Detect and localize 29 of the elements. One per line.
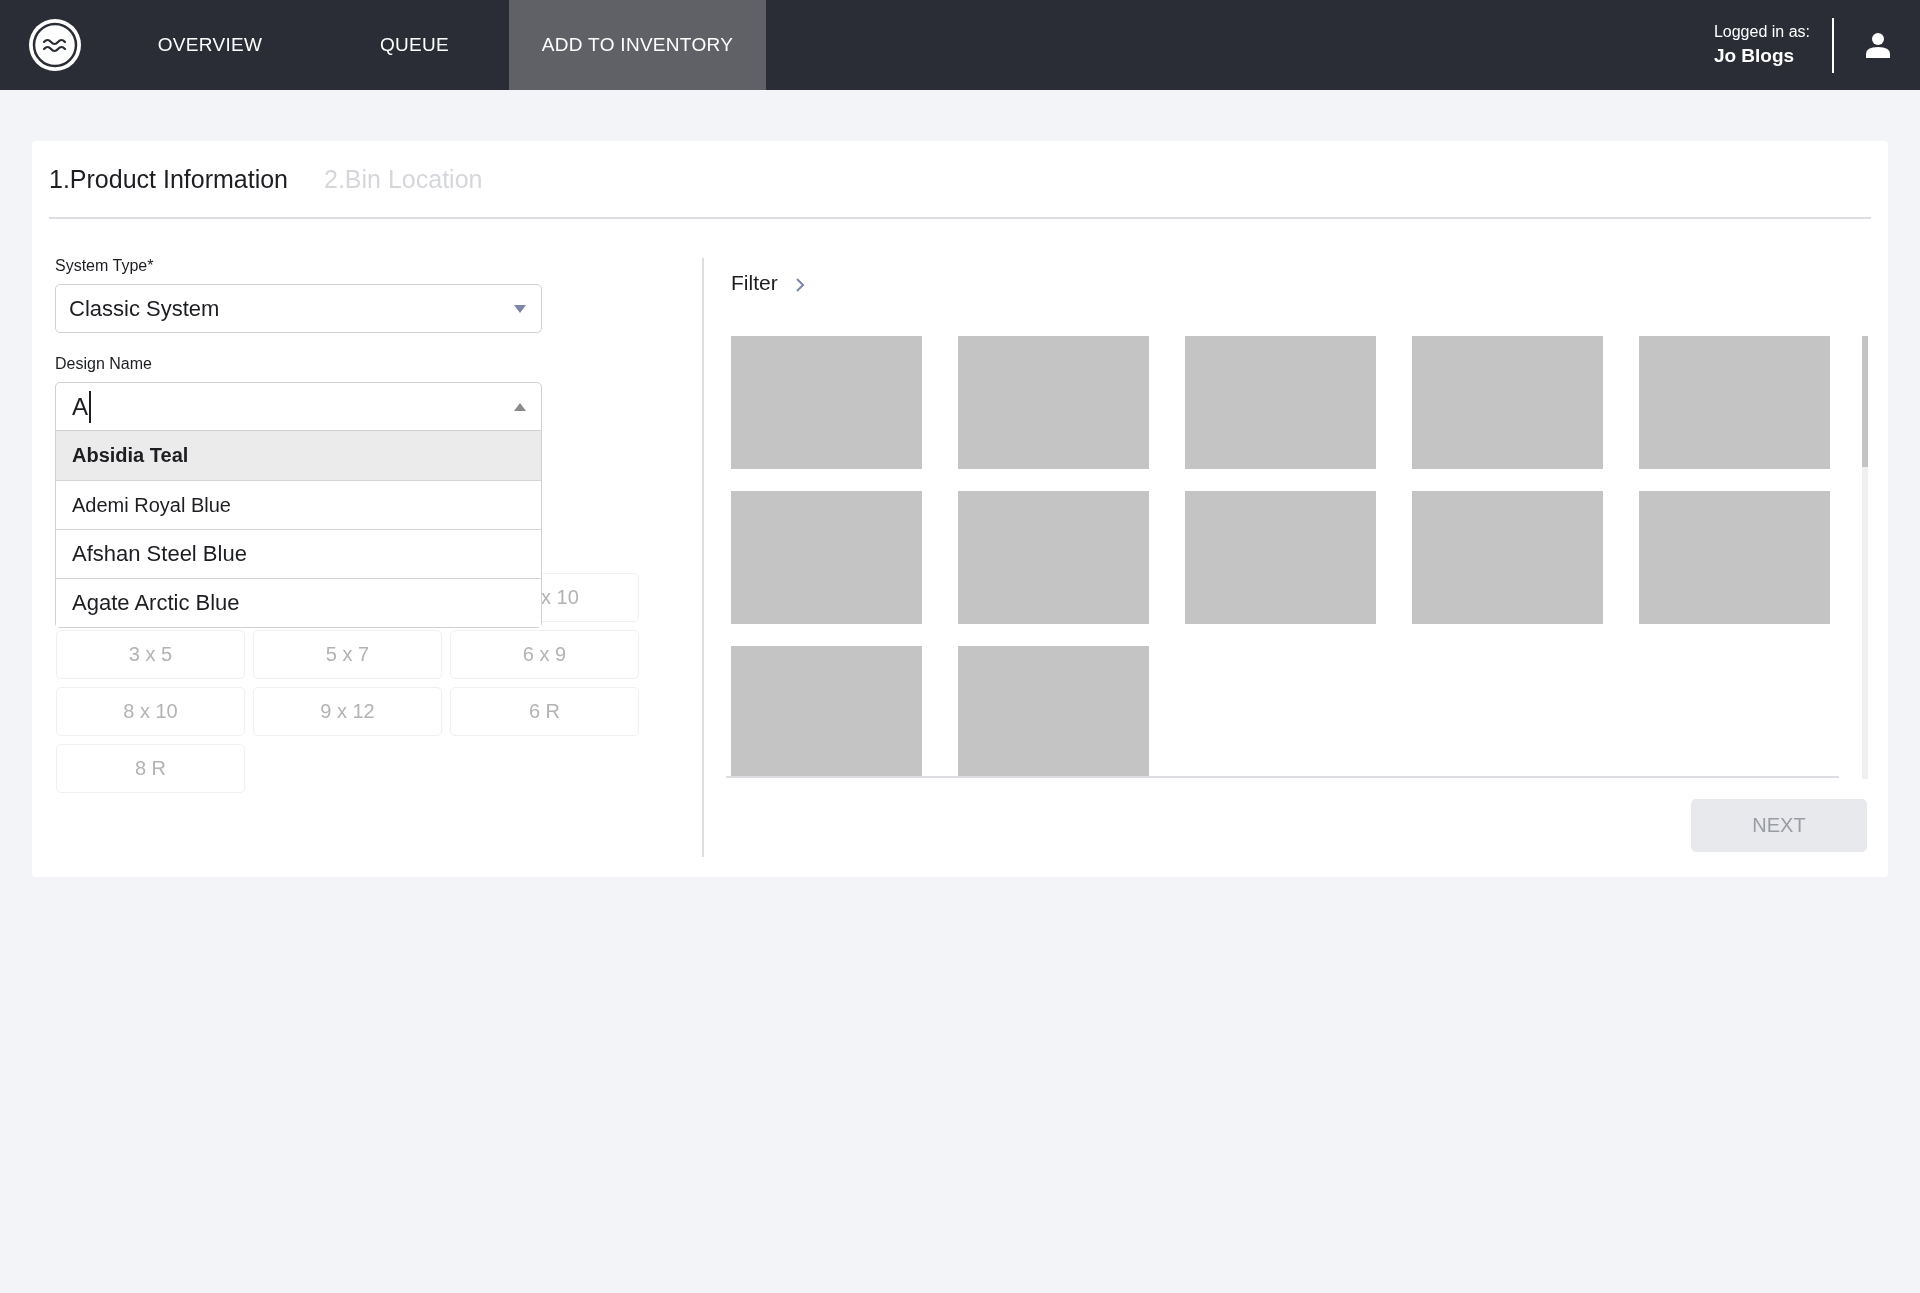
design-name-field[interactable]: A <box>55 382 542 431</box>
nav-tab[interactable]: ADD TO INVENTORY <box>509 0 766 90</box>
image-placeholder[interactable] <box>731 646 922 776</box>
image-placeholder[interactable] <box>1412 491 1603 624</box>
logo-icon[interactable] <box>27 17 83 73</box>
dropdown-option[interactable]: Absidia Teal <box>56 431 541 480</box>
image-placeholder[interactable] <box>1412 336 1603 469</box>
image-placeholder[interactable] <box>958 646 1149 776</box>
field-label: Design Name <box>55 355 153 373</box>
user-name: Jo Blogs <box>1713 45 1795 67</box>
image-placeholder[interactable] <box>1185 336 1376 469</box>
image-placeholder[interactable] <box>958 336 1149 469</box>
logged-in-caption: Logged in as: <box>1713 23 1810 41</box>
field-label: System Type* <box>55 257 155 275</box>
user-icon[interactable] <box>1865 32 1891 58</box>
image-placeholder[interactable] <box>1639 491 1830 624</box>
image-placeholder[interactable] <box>958 491 1149 624</box>
image-placeholder[interactable] <box>1185 491 1376 624</box>
nav-tab[interactable]: OVERVIEW <box>100 0 320 90</box>
filter-button[interactable]: Filter <box>726 271 805 295</box>
nav-tab[interactable]: QUEUE <box>320 0 509 90</box>
dropdown-option[interactable]: Agate Arctic Blue <box>56 578 541 627</box>
step-tab[interactable]: 1.Product Information <box>49 164 288 194</box>
chevron-right-icon <box>794 276 805 293</box>
system-type-dropdown[interactable]: Classic System <box>55 284 542 333</box>
image-placeholder[interactable] <box>731 491 922 624</box>
scrollbar[interactable] <box>1862 336 1868 779</box>
image-placeholder[interactable] <box>1639 336 1830 469</box>
image-placeholder[interactable] <box>731 336 922 469</box>
